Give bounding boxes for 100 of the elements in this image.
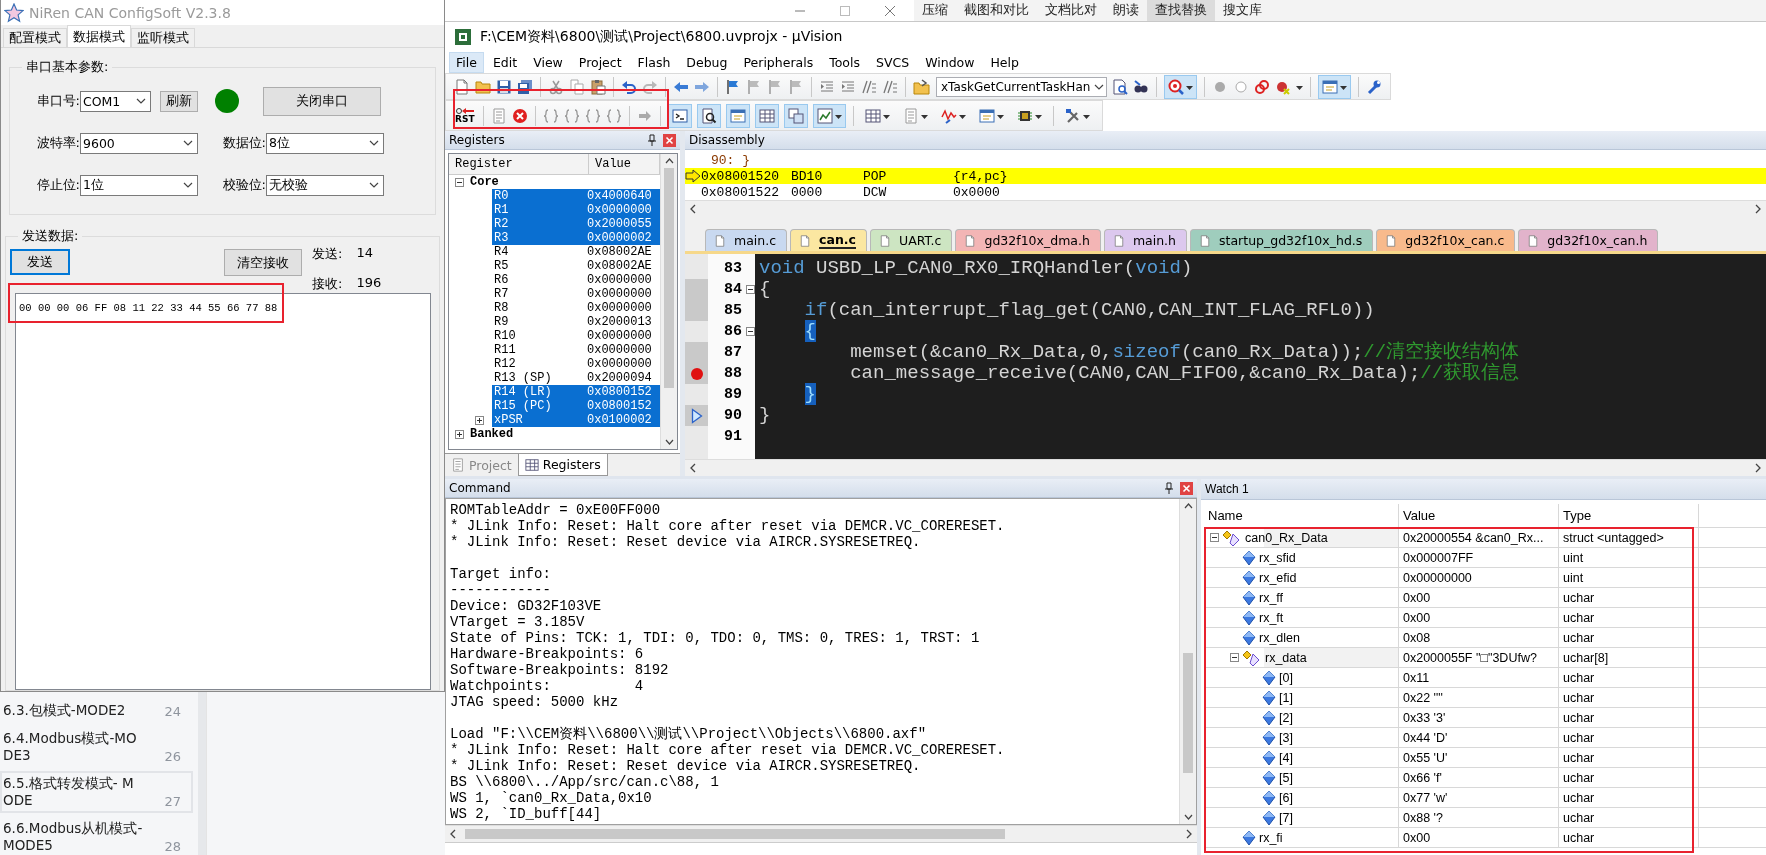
menu-item[interactable]: Help (983, 51, 1026, 73)
menu-item[interactable]: Project (571, 51, 629, 73)
register-row[interactable]: R5 0x08002AE (492, 259, 660, 273)
register-row[interactable]: R13 (SP) 0x2000094 (492, 371, 660, 385)
vertical-scrollbar[interactable] (660, 154, 677, 449)
menu-item[interactable]: View (526, 51, 570, 73)
register-row[interactable]: R8 0x0000000 (492, 301, 660, 315)
indent-icon[interactable] (819, 78, 835, 95)
toc-item[interactable]: 6.3.包模式-MODE2 24 (0, 698, 193, 723)
menu-item[interactable]: SVCS (869, 51, 917, 73)
stop-bits-dropdown[interactable]: 1位 (80, 174, 198, 196)
stop-icon[interactable] (511, 107, 528, 124)
chart-button[interactable] (812, 103, 846, 128)
debug-button[interactable] (1164, 74, 1198, 99)
cut-icon[interactable] (548, 78, 564, 95)
window-button[interactable] (725, 103, 750, 128)
toolbar-item[interactable]: 文档比对 (1037, 0, 1105, 21)
file-tab[interactable]: gd32f10x_can.c (1376, 229, 1516, 251)
window-button[interactable] (1318, 74, 1352, 99)
file-tab[interactable]: UART.c (870, 229, 953, 251)
redo-icon[interactable] (642, 78, 658, 95)
wrench-icon[interactable] (1366, 78, 1383, 95)
toc-item[interactable]: 6.6.Modbus从机模式-MODE5 28 (0, 816, 193, 855)
register-row[interactable]: R9 0x2000013 (492, 315, 660, 329)
menu-item[interactable]: File (449, 51, 484, 73)
braces-icon[interactable] (542, 107, 559, 124)
new-file-icon[interactable] (454, 78, 470, 95)
undo-icon[interactable] (621, 78, 637, 95)
uncomment-icon[interactable] (882, 78, 898, 95)
fold-icon[interactable] (746, 327, 755, 336)
outdent-icon[interactable] (840, 78, 856, 95)
copy-icon[interactable] (569, 78, 585, 95)
tab[interactable]: 监听模式 (131, 28, 195, 47)
magnifier-button[interactable] (696, 103, 721, 128)
flag-icon[interactable] (725, 78, 741, 95)
toolbar-item[interactable]: 压缩 (914, 0, 956, 21)
register-row[interactable]: R10 0x0000000 (492, 329, 660, 343)
register-row[interactable]: R2 0x2000055 (492, 217, 660, 231)
reset-button[interactable]: RST (454, 106, 476, 125)
receive-text-area[interactable]: 00 00 00 06 FF 08 11 22 33 44 55 66 77 88 (15, 293, 431, 690)
horizontal-scrollbar[interactable] (685, 459, 1766, 476)
open-folder-icon[interactable] (475, 78, 491, 95)
data-bits-dropdown[interactable]: 8位 (266, 132, 384, 154)
port-dropdown[interactable]: COM1 (80, 90, 151, 112)
list-button[interactable] (754, 103, 779, 128)
toolbar-item[interactable]: 搜文库 (1215, 0, 1270, 21)
panel-tab[interactable]: Registers (517, 454, 608, 476)
close-port-button[interactable]: 关闭串口 (263, 86, 381, 116)
close-icon[interactable] (663, 133, 676, 147)
register-row[interactable]: R3 0x0000002 (492, 231, 660, 245)
horizontal-scrollbar[interactable] (445, 825, 1197, 842)
register-row[interactable]: R6 0x0000000 (492, 273, 660, 287)
rings-icon[interactable] (1254, 78, 1271, 95)
function-dropdown[interactable]: xTaskGetCurrentTaskHan (936, 76, 1108, 97)
paste-icon[interactable] (590, 78, 606, 95)
register-row[interactable]: R12 0x0000000 (492, 357, 660, 371)
close-icon[interactable] (1180, 481, 1193, 495)
toolbar-item[interactable]: 截图和对比 (956, 0, 1037, 21)
menu-item[interactable]: Flash (630, 51, 678, 73)
save-all-icon[interactable] (517, 78, 533, 95)
collapse-icon[interactable] (1210, 533, 1219, 542)
find-icon[interactable] (1112, 78, 1129, 95)
file-tab[interactable]: gd32f10x_can.h (1518, 229, 1659, 251)
menu-item[interactable]: Peripherals (736, 51, 821, 73)
pin-icon[interactable] (647, 134, 657, 146)
collapse-icon[interactable] (455, 177, 464, 187)
terminal-button[interactable] (667, 103, 692, 128)
expand-icon[interactable] (475, 415, 484, 425)
fold-icon[interactable] (746, 285, 755, 294)
file-tab[interactable]: startup_gd32f10x_hd.s (1190, 229, 1374, 251)
register-row[interactable]: R4 0x08002AE (492, 245, 660, 259)
file-tab[interactable]: main.h (1103, 229, 1187, 251)
send-button[interactable]: 发送 (10, 249, 70, 275)
pin-icon[interactable] (1164, 482, 1174, 494)
register-row[interactable]: R14 (LR) 0x0800152 (492, 385, 660, 399)
scrollbar-thumb[interactable] (664, 168, 674, 388)
menu-item[interactable]: Tools (822, 51, 867, 73)
toc-item[interactable]: 6.5.格式转发模式- MODE 27 (0, 771, 193, 813)
register-row[interactable]: R15 (PC) 0x0800152 (492, 399, 660, 413)
parity-dropdown[interactable]: 无校验 (266, 174, 384, 196)
register-row[interactable]: xPSR 0x0100002 (492, 413, 660, 427)
toc-item[interactable]: 6.4.Modbus模式-MODE3 26 (0, 726, 193, 768)
menu-item[interactable]: Edit (485, 51, 525, 73)
tab[interactable]: 数据模式 (67, 25, 131, 47)
braces-icon[interactable] (563, 107, 580, 124)
register-row[interactable]: R1 0x0000000 (492, 203, 660, 217)
baud-dropdown[interactable]: 9600 (80, 132, 198, 154)
braces-icon[interactable] (605, 107, 622, 124)
comment-icon[interactable] (861, 78, 877, 95)
expand-icon[interactable] (455, 429, 464, 439)
folder-icon[interactable] (913, 78, 931, 95)
register-row[interactable]: R0 0x4000640 (492, 189, 660, 203)
toolbar-item[interactable]: 查找替换 (1147, 0, 1215, 21)
scrollbar-thumb[interactable] (465, 829, 1005, 839)
clear-button[interactable]: 清空接收 (224, 249, 302, 276)
collapse-icon[interactable] (1230, 653, 1239, 662)
file-tab[interactable]: can.c (790, 229, 867, 251)
tab[interactable]: 配置模式 (3, 28, 67, 47)
braces-icon[interactable] (584, 107, 601, 124)
binoculars-icon[interactable] (1133, 78, 1150, 95)
